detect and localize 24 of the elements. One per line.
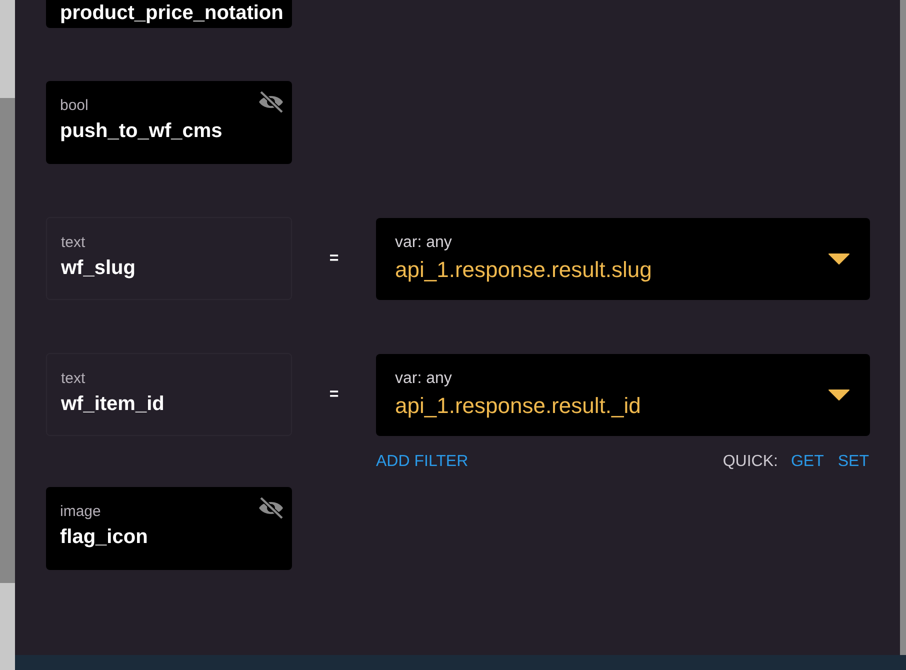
field-name: wf_slug xyxy=(61,256,136,280)
get-link[interactable]: GET xyxy=(790,450,824,474)
field-type: text xyxy=(61,370,86,388)
field-type: image xyxy=(60,503,101,521)
value-type-label: var: any xyxy=(395,232,453,252)
caret-icon xyxy=(828,388,850,400)
field-type: bool xyxy=(60,97,88,115)
field-name: flag_icon xyxy=(60,525,148,549)
set-link[interactable]: SET xyxy=(838,450,869,474)
value-expression: api_1.response.result.slug xyxy=(395,256,652,284)
value-expression: api_1.response.result._id xyxy=(395,392,641,420)
value-dropdown[interactable]: var: any api_1.response.result.slug xyxy=(376,218,870,300)
field-name: product_price_notation xyxy=(60,1,284,25)
add-filter-link[interactable]: ADD FILTER xyxy=(376,450,468,474)
value-dropdown[interactable]: var: any api_1.response.result._id xyxy=(376,354,870,436)
caret-icon xyxy=(828,252,850,264)
field-type: text xyxy=(61,234,86,252)
equals-operator: = xyxy=(328,248,340,268)
field-name: wf_item_id xyxy=(61,392,164,416)
quick-label: QUICK: xyxy=(722,452,778,472)
equals-operator: = xyxy=(328,384,340,404)
value-type-label: var: any xyxy=(395,368,453,388)
scrollbar[interactable] xyxy=(900,0,906,655)
field-name: push_to_wf_cms xyxy=(60,119,222,143)
